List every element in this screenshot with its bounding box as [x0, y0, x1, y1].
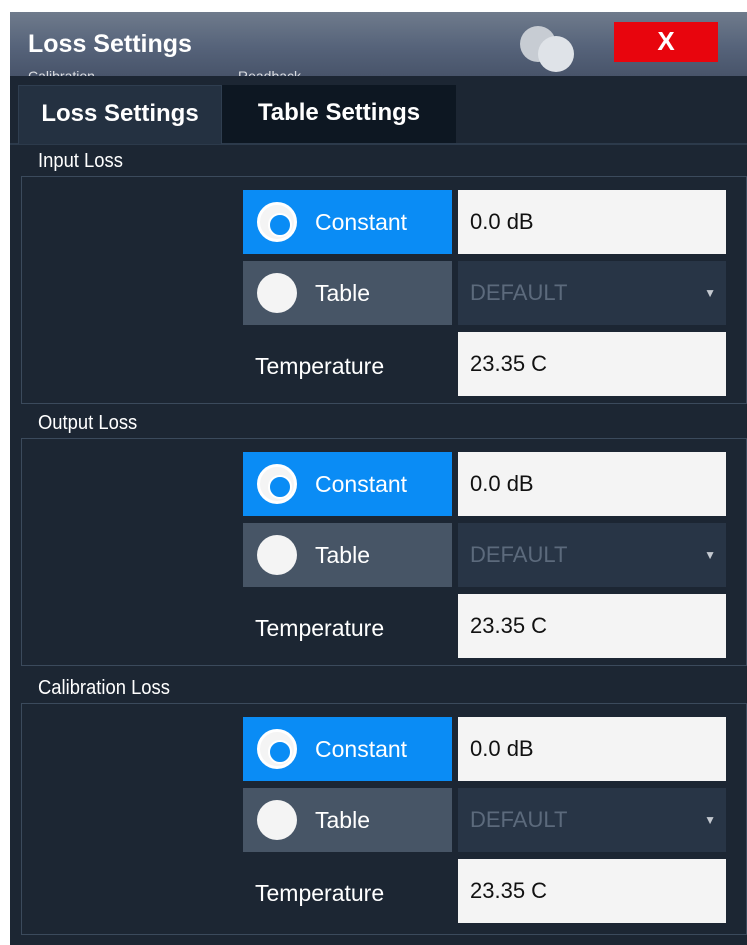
obscured-label-right: Readback: [238, 68, 302, 76]
calibration-table-value: DEFAULT: [470, 807, 568, 832]
input-temperature-field[interactable]: 23.35 C: [458, 332, 726, 396]
radio-selected-icon: [257, 729, 297, 769]
section-label-input-loss: Input Loss: [38, 150, 123, 172]
tab-table-settings[interactable]: Table Settings: [222, 85, 456, 143]
input-constant-radio[interactable]: Constant: [243, 190, 452, 254]
calibration-constant-radio[interactable]: Constant: [243, 717, 452, 781]
output-table-value: DEFAULT: [470, 542, 568, 567]
section-label-calibration-loss: Calibration Loss: [38, 677, 170, 699]
transparency-icon[interactable]: [520, 22, 580, 72]
title-bar[interactable]: Loss Settings Calibration Readback X: [10, 12, 747, 76]
output-temperature-label: Temperature: [255, 615, 385, 641]
output-table-label: Table: [315, 542, 370, 568]
radio-unselected-icon: [257, 273, 297, 313]
calibration-constant-field[interactable]: 0.0 dB: [458, 717, 726, 781]
output-constant-radio[interactable]: Constant: [243, 452, 452, 516]
calibration-table-dropdown[interactable]: DEFAULT ▼: [458, 788, 726, 852]
output-temperature-field[interactable]: 23.35 C: [458, 594, 726, 658]
input-table-label: Table: [315, 280, 370, 306]
chevron-down-icon: ▼: [704, 286, 716, 300]
close-icon: X: [657, 26, 675, 56]
input-constant-field[interactable]: 0.0 dB: [458, 190, 726, 254]
loss-settings-dialog: Loss Settings Calibration Readback X Los…: [10, 12, 747, 945]
radio-unselected-icon: [257, 800, 297, 840]
radio-selected-icon: [257, 464, 297, 504]
calibration-constant-label: Constant: [315, 736, 408, 762]
radio-selected-icon: [257, 202, 297, 242]
input-loss-group: Constant 0.0 dB Table DEFAULT ▼ Temperat…: [21, 176, 747, 404]
input-table-radio[interactable]: Table: [243, 261, 452, 325]
calibration-table-label: Table: [315, 807, 370, 833]
section-label-output-loss: Output Loss: [38, 412, 138, 434]
obscured-label-left: Calibration: [28, 68, 95, 76]
output-loss-group: Constant 0.0 dB Table DEFAULT ▼ Temperat…: [21, 438, 747, 666]
output-table-dropdown[interactable]: DEFAULT ▼: [458, 523, 726, 587]
output-table-radio[interactable]: Table: [243, 523, 452, 587]
input-constant-label: Constant: [315, 209, 408, 235]
input-temperature-label: Temperature: [255, 353, 385, 379]
close-button[interactable]: X: [614, 22, 718, 62]
dialog-title: Loss Settings: [28, 30, 192, 58]
tab-bar: Loss Settings Table Settings: [10, 85, 747, 145]
calibration-temperature-label: Temperature: [255, 880, 385, 906]
input-table-value: DEFAULT: [470, 280, 568, 305]
calibration-table-radio[interactable]: Table: [243, 788, 452, 852]
tab-loss-settings[interactable]: Loss Settings: [18, 85, 222, 144]
calibration-loss-group: Constant 0.0 dB Table DEFAULT ▼ Temperat…: [21, 703, 747, 935]
output-constant-field[interactable]: 0.0 dB: [458, 452, 726, 516]
input-table-dropdown[interactable]: DEFAULT ▼: [458, 261, 726, 325]
chevron-down-icon: ▼: [704, 813, 716, 827]
chevron-down-icon: ▼: [704, 548, 716, 562]
radio-unselected-icon: [257, 535, 297, 575]
calibration-temperature-field[interactable]: 23.35 C: [458, 859, 726, 923]
output-constant-label: Constant: [315, 471, 408, 497]
bubble-front-icon: [538, 36, 574, 72]
